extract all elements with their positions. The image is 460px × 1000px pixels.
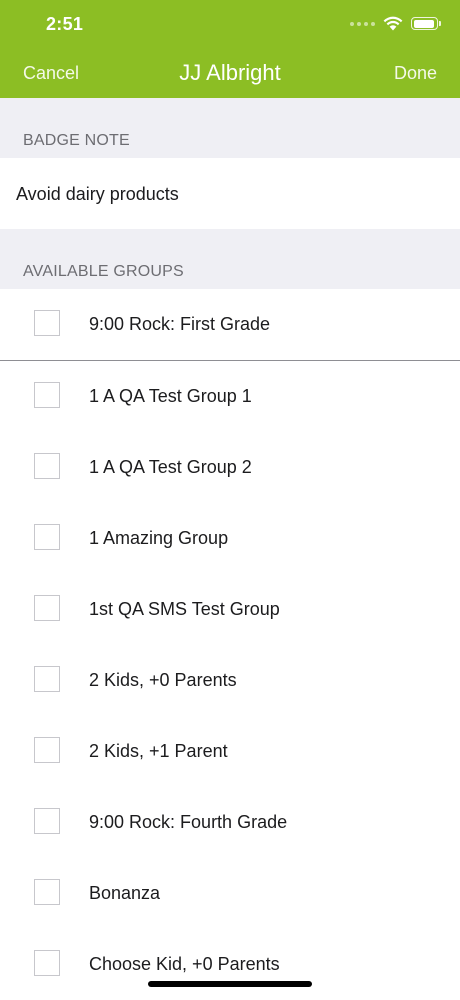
group-row[interactable]: 1 A QA Test Group 2	[0, 432, 460, 503]
group-label: 1 A QA Test Group 1	[89, 386, 252, 406]
group-label: 2 Kids, +1 Parent	[89, 741, 228, 761]
group-row[interactable]: 1 A QA Test Group 1	[0, 361, 460, 432]
group-label: 1 A QA Test Group 2	[89, 457, 252, 477]
group-row[interactable]: 2 Kids, +0 Parents	[0, 645, 460, 716]
group-label: 2 Kids, +0 Parents	[89, 670, 237, 690]
group-row[interactable]: 9:00 Rock: First Grade	[0, 289, 460, 361]
group-row[interactable]: 2 Kids, +1 Parent	[0, 716, 460, 787]
badge-note-value: Avoid dairy products	[16, 184, 179, 204]
group-row[interactable]: Bonanza	[0, 858, 460, 929]
page-title: JJ Albright	[179, 60, 281, 85]
group-label: 9:00 Rock: Fourth Grade	[89, 812, 288, 832]
group-label: 9:00 Rock: First Grade	[89, 314, 271, 334]
group-row[interactable]: Choose Kid, +0 Parents	[0, 929, 460, 1000]
badge-note-section-header: BADGE NOTE	[0, 98, 460, 158]
group-checkbox[interactable]	[34, 310, 60, 336]
group-row[interactable]: 1st QA SMS Test Group	[0, 574, 460, 645]
badge-note-field[interactable]: Avoid dairy products	[0, 158, 460, 229]
group-checkbox[interactable]	[34, 950, 60, 976]
available-groups-section-header: AVAILABLE GROUPS	[0, 229, 460, 289]
group-label: 1 Amazing Group	[89, 528, 229, 548]
available-groups-header-label: AVAILABLE GROUPS	[23, 263, 184, 280]
group-checkbox[interactable]	[34, 666, 60, 692]
battery-icon	[411, 17, 441, 30]
navigation-bar: 2:51 Cancel JJ Albright Done	[0, 0, 460, 98]
group-checkbox[interactable]	[34, 524, 60, 550]
badge-note-header-label: BADGE NOTE	[23, 132, 130, 149]
cellular-signal-icon	[350, 21, 375, 26]
done-button[interactable]: Done	[394, 63, 437, 84]
wifi-icon	[383, 16, 403, 31]
group-label: 1st QA SMS Test Group	[89, 599, 280, 619]
home-indicator[interactable]	[148, 981, 312, 987]
group-label: Bonanza	[89, 883, 161, 903]
group-checkbox[interactable]	[34, 453, 60, 479]
group-row[interactable]: 9:00 Rock: Fourth Grade	[0, 787, 460, 858]
group-label: Choose Kid, +0 Parents	[89, 954, 280, 974]
status-time: 2:51	[46, 14, 84, 34]
group-checkbox[interactable]	[34, 737, 60, 763]
group-checkbox[interactable]	[34, 808, 60, 834]
group-list: 9:00 Rock: First Grade 1 A QA Test Group…	[0, 289, 460, 1000]
group-checkbox[interactable]	[34, 595, 60, 621]
group-row[interactable]: 1 Amazing Group	[0, 503, 460, 574]
group-checkbox[interactable]	[34, 382, 60, 408]
status-icons	[350, 16, 441, 31]
group-checkbox[interactable]	[34, 879, 60, 905]
